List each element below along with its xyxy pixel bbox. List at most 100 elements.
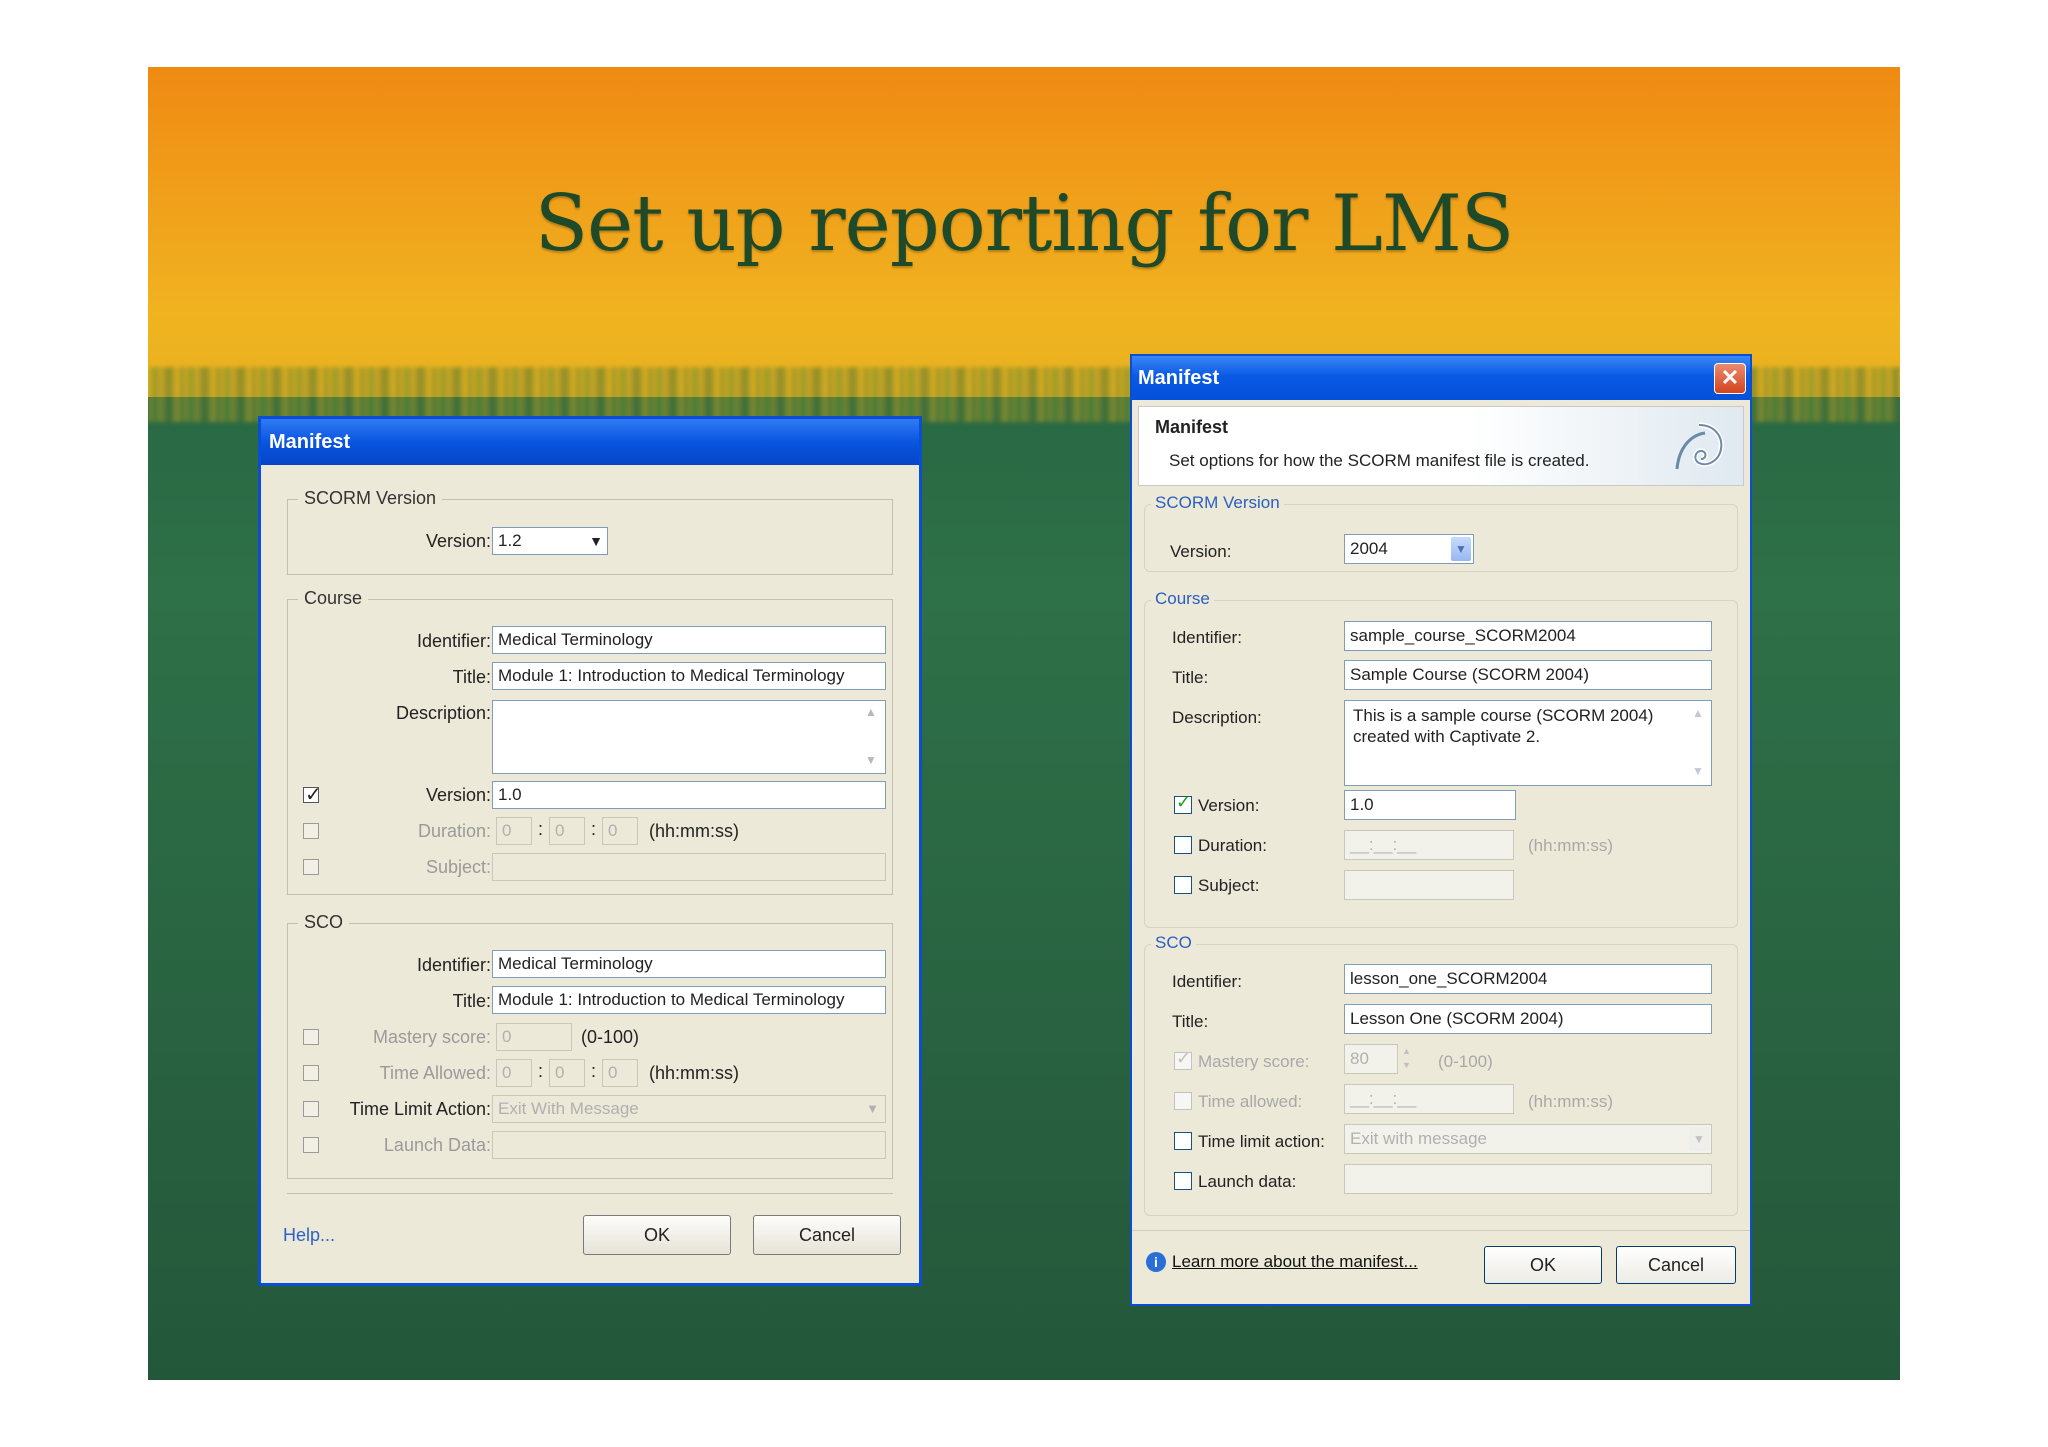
scroll-up-icon[interactable]: ▲ [1692, 706, 1704, 720]
time-allowed-label: Time allowed: [1198, 1092, 1303, 1111]
mastery-label: Mastery score: [372, 1027, 491, 1047]
time-format-hint: (hh:mm:ss) [1528, 1092, 1613, 1111]
time-allowed-field[interactable]: __:__:__ [1344, 1084, 1514, 1114]
time-limit-select[interactable]: Exit with message ▼ [1344, 1124, 1712, 1154]
subject-field[interactable] [492, 853, 886, 881]
check-icon: ✓ [1176, 1048, 1192, 1068]
dialog-title-bar: Manifest ✕ [1132, 356, 1750, 400]
dialog-header-panel: Manifest Set options for how the SCORM m… [1138, 406, 1744, 486]
sco-title-field[interactable]: Module 1: Introduction to Medical Termin… [492, 986, 886, 1014]
chevron-down-icon: ▼ [866, 1101, 879, 1116]
time-allowed-seconds[interactable]: 0 [602, 1059, 638, 1087]
title-label: Title: [1172, 668, 1209, 687]
time-allowed-hours[interactable]: 0 [496, 1059, 532, 1087]
identifier-label: Identifier: [1172, 628, 1242, 647]
version-label: Version: [1170, 542, 1232, 561]
course-identifier-field[interactable]: Medical Terminology [492, 626, 886, 654]
group-label: SCO [1151, 933, 1196, 953]
subject-field[interactable] [1344, 870, 1514, 900]
course-version-field[interactable]: 1.0 [1344, 790, 1516, 820]
time-separator: : [538, 1061, 544, 1081]
duration-label: Duration: [417, 821, 491, 841]
subject-checkbox[interactable] [303, 859, 319, 875]
course-title-field[interactable]: Module 1: Introduction to Medical Termin… [492, 662, 886, 690]
cancel-button[interactable]: Cancel [753, 1215, 901, 1255]
time-allowed-label: Time Allowed: [379, 1063, 491, 1083]
duration-checkbox[interactable] [1174, 836, 1192, 854]
time-separator: : [591, 819, 597, 839]
divider [287, 1193, 893, 1194]
sco-identifier-field[interactable]: Medical Terminology [492, 950, 886, 978]
duration-checkbox[interactable] [303, 823, 319, 839]
subject-label: Subject: [425, 857, 491, 877]
ok-button[interactable]: OK [583, 1215, 731, 1255]
course-version-label: Version: [425, 785, 491, 805]
spinner-icon[interactable]: ▲ ▼ [1402, 1044, 1411, 1072]
launch-data-checkbox[interactable] [1174, 1172, 1192, 1190]
ok-button[interactable]: OK [1484, 1246, 1602, 1284]
course-version-checkbox[interactable]: ✓ [303, 784, 322, 806]
scorm-version-select[interactable]: 1.2 ▼ [492, 527, 608, 555]
duration-label: Duration: [1198, 836, 1267, 855]
time-limit-checkbox[interactable] [1174, 1132, 1192, 1150]
subject-checkbox[interactable] [1174, 876, 1192, 894]
help-link[interactable]: Help... [283, 1225, 335, 1246]
scroll-down-icon[interactable]: ▼ [1692, 764, 1704, 778]
course-title-field[interactable]: Sample Course (SCORM 2004) [1344, 660, 1712, 690]
launch-data-field[interactable] [492, 1131, 886, 1159]
duration-minutes[interactable]: 0 [549, 817, 585, 845]
mastery-field[interactable]: 0 [496, 1023, 572, 1051]
cancel-button[interactable]: Cancel [1616, 1246, 1736, 1284]
chevron-down-icon: ▼ [589, 533, 603, 549]
course-description-field[interactable] [492, 700, 886, 774]
mastery-field[interactable]: 80 [1344, 1044, 1398, 1074]
scroll-up-icon[interactable]: ▲ [865, 705, 877, 719]
time-separator: : [591, 1061, 597, 1081]
group-label: SCORM Version [1151, 493, 1284, 513]
mastery-label: Mastery score: [1198, 1052, 1310, 1071]
close-button[interactable]: ✕ [1714, 363, 1746, 394]
slide-title: Set up reporting for LMS [534, 179, 1515, 269]
time-separator: : [538, 819, 544, 839]
dialog-title-bar: Manifest [261, 419, 919, 465]
scorm-version-select[interactable]: 2004 ▼ [1344, 534, 1474, 564]
identifier-label: Identifier: [416, 631, 491, 651]
dialog-title: Manifest [1138, 367, 1220, 389]
group-label: SCO [298, 912, 350, 933]
time-format-hint: (hh:mm:ss) [649, 821, 739, 841]
info-icon: i [1146, 1252, 1166, 1272]
divider [1132, 1230, 1750, 1231]
sco-identifier-label: Identifier: [1172, 972, 1242, 991]
time-limit-select[interactable]: Exit With Message ▼ [492, 1095, 886, 1123]
learn-more-link[interactable]: Learn more about the manifest... [1172, 1252, 1418, 1272]
description-label: Description: [395, 703, 491, 723]
time-format-hint: (hh:mm:ss) [649, 1063, 739, 1083]
launch-data-label: Launch data: [1198, 1172, 1297, 1191]
launch-data-label: Launch Data: [383, 1135, 491, 1155]
course-identifier-field[interactable]: sample_course_SCORM2004 [1344, 621, 1712, 651]
chevron-down-icon: ▼ [1451, 537, 1471, 561]
captivate-logo-icon [1675, 422, 1724, 470]
sco-title-label: Title: [1172, 1012, 1209, 1031]
time-format-hint: (hh:mm:ss) [1528, 836, 1613, 855]
sco-identifier-field[interactable]: lesson_one_SCORM2004 [1344, 964, 1712, 994]
mastery-range-hint: (0-100) [581, 1027, 640, 1047]
sco-title-field[interactable]: Lesson One (SCORM 2004) [1344, 1004, 1712, 1034]
version-label: Version: [425, 531, 491, 551]
course-version-field[interactable]: 1.0 [492, 781, 886, 809]
time-allowed-minutes[interactable]: 0 [549, 1059, 585, 1087]
header-description: Set options for how the SCORM manifest f… [1169, 451, 1590, 470]
duration-seconds[interactable]: 0 [602, 817, 638, 845]
mastery-checkbox[interactable]: ✓ [1174, 1048, 1192, 1070]
duration-field[interactable]: __:__:__ [1344, 830, 1514, 860]
course-version-checkbox[interactable]: ✓ [1174, 792, 1192, 814]
course-description-field[interactable]: This is a sample course (SCORM 2004) cre… [1344, 700, 1712, 786]
time-allowed-checkbox[interactable] [1174, 1092, 1192, 1110]
title-label: Title: [452, 667, 491, 687]
duration-hours[interactable]: 0 [496, 817, 532, 845]
scroll-down-icon[interactable]: ▼ [865, 753, 877, 767]
launch-data-field[interactable] [1344, 1164, 1712, 1194]
close-icon: ✕ [1720, 365, 1740, 390]
description-label: Description: [1172, 708, 1262, 727]
group-label: Course [1151, 589, 1214, 609]
